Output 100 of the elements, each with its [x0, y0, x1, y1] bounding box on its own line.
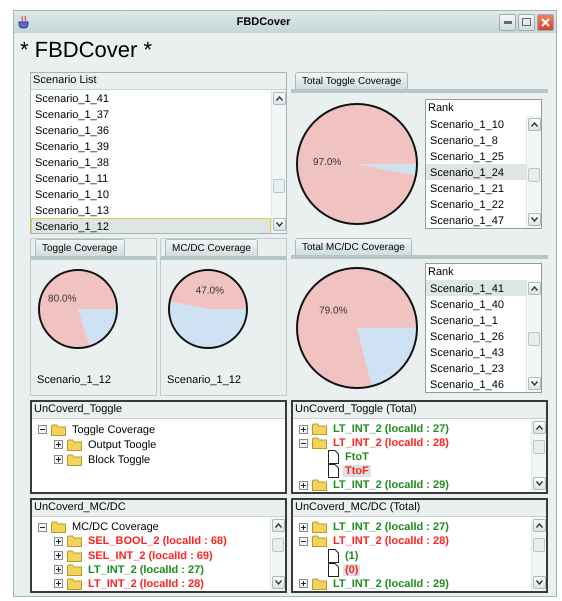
tab[interactable]: Total Toggle Coverage [295, 72, 408, 89]
scrollbar[interactable] [271, 90, 286, 233]
expand-icon[interactable] [54, 440, 63, 449]
percent-label: 97.0% [312, 156, 342, 168]
tree-item[interactable]: FtoT [343, 451, 371, 463]
scrollbar[interactable] [270, 517, 285, 591]
panel-title: Scenario List [31, 73, 286, 90]
minimize-icon [504, 20, 512, 24]
tree-item[interactable]: LT_INT_2 (localId : 28) [331, 437, 451, 449]
tab[interactable]: Total MC/DC Coverage [295, 238, 412, 255]
folder-icon [67, 438, 82, 450]
app-heading: * FBDCover * [20, 37, 154, 63]
tree-item[interactable]: (1) [343, 550, 360, 562]
tree-item[interactable]: Output Toogle [86, 438, 158, 450]
expand-icon[interactable] [54, 455, 63, 464]
scroll-up-icon [274, 523, 282, 528]
percent-label: 80.0% [48, 294, 76, 305]
scroll-up-icon [276, 96, 282, 101]
window-title: FBDCover [236, 16, 292, 28]
document-icon [328, 548, 339, 562]
scroll-down-button[interactable] [272, 576, 284, 589]
scroll-up-button[interactable] [532, 519, 546, 532]
expand-icon[interactable] [54, 565, 63, 574]
document-icon [328, 464, 339, 478]
list-item[interactable]: Scenario_1_41 [426, 280, 526, 296]
tree-item[interactable]: SEL_BOOL_2 (localId : 68) [86, 535, 229, 548]
maximize-button[interactable] [518, 14, 535, 30]
scroll-up-button[interactable] [528, 118, 540, 130]
expand-icon[interactable] [299, 424, 308, 434]
tree-item[interactable]: LT_INT_2 (localId : 27) [86, 564, 206, 576]
scroll-thumb[interactable] [533, 440, 545, 454]
tree-item[interactable]: LT_INT_2 (localId : 27) [331, 521, 451, 534]
scenario-label: Scenario_1_12 [37, 374, 112, 386]
scroll-down-icon [530, 380, 538, 386]
tree-item[interactable]: LT_INT_2 (localId : 28) [331, 535, 451, 548]
collapse-icon[interactable] [38, 522, 47, 532]
scroll-thumb[interactable] [272, 538, 284, 552]
collapse-icon[interactable] [299, 536, 308, 546]
folder-icon [312, 521, 327, 534]
tree-item[interactable]: LT_INT_2 (localId : 27) [331, 423, 451, 435]
scroll-up-button[interactable] [532, 421, 546, 434]
list-item[interactable]: Scenario_1_12 [31, 218, 271, 233]
scrollbar[interactable] [526, 280, 541, 392]
folder-icon [51, 521, 66, 534]
scroll-up-icon [536, 425, 542, 430]
expand-icon[interactable] [299, 522, 308, 532]
panel-title: UnCoverd_MC/DC (Total) [293, 500, 546, 517]
scroll-down-button[interactable] [532, 477, 546, 490]
scrollbar[interactable] [531, 517, 546, 591]
expand-icon[interactable] [54, 536, 63, 546]
scroll-down-button[interactable] [528, 212, 540, 226]
list-header: Rank [427, 100, 455, 116]
close-icon [541, 18, 550, 26]
tab[interactable]: MC/DC Coverage [165, 239, 258, 256]
scroll-down-button[interactable] [528, 376, 540, 390]
scroll-up-button[interactable] [528, 282, 540, 294]
scroll-up-icon [530, 122, 538, 126]
coffee-cup-icon [18, 15, 30, 29]
list-header: Rank [427, 264, 455, 280]
scroll-up-button[interactable] [272, 92, 286, 105]
tree-item[interactable]: Toggle Coverage [70, 424, 158, 436]
tree-item[interactable]: LT_INT_2 (localId : 29) [331, 479, 451, 491]
folder-icon [312, 423, 327, 435]
scrollbar[interactable] [526, 116, 541, 228]
scroll-down-icon [274, 580, 282, 585]
tree-item[interactable]: MC/DC Coverage [70, 521, 161, 534]
expand-icon[interactable] [299, 579, 308, 588]
panel-title: UnCoverd_Toggle (Total) [293, 402, 546, 419]
percent-label: 79.0% [319, 305, 348, 316]
collapse-icon[interactable] [38, 425, 47, 434]
minimize-button[interactable] [499, 14, 516, 30]
panel-title: UnCoverd_MC/DC [32, 500, 285, 517]
scroll-thumb[interactable] [273, 179, 285, 194]
expand-icon[interactable] [54, 579, 63, 588]
tree-item[interactable]: Block Toggle [86, 454, 152, 466]
list-item[interactable]: Scenario_1_24 [426, 164, 526, 180]
tree-item[interactable]: LT_INT_2 (localId : 28) [86, 578, 206, 590]
close-button[interactable] [537, 14, 554, 30]
folder-icon [51, 424, 66, 436]
scroll-down-button[interactable] [532, 576, 546, 589]
scrollbar[interactable] [531, 419, 546, 492]
list-item[interactable]: Scenario_1_40 [426, 296, 526, 312]
scroll-down-button[interactable] [272, 218, 286, 231]
expand-icon[interactable] [54, 551, 63, 560]
folder-icon [312, 437, 327, 449]
folder-icon [67, 454, 82, 466]
expand-icon[interactable] [299, 480, 308, 490]
tab[interactable]: Toggle Coverage [35, 239, 125, 256]
document-icon [328, 562, 339, 577]
scroll-up-button[interactable] [272, 519, 284, 532]
list-item[interactable]: Scenario_1_21 [426, 180, 526, 196]
maximize-icon [522, 18, 531, 26]
scroll-up-icon [536, 523, 542, 528]
tree-item[interactable]: LT_INT_2 (localId : 29) [331, 578, 451, 590]
tree-item[interactable]: SEL_INT_2 (localId : 69) [86, 550, 215, 562]
collapse-icon[interactable] [299, 438, 308, 448]
scroll-thumb[interactable] [528, 332, 540, 346]
scroll-thumb[interactable] [533, 538, 545, 552]
scroll-thumb[interactable] [528, 168, 540, 182]
panel-title: UnCoverd_Toggle [32, 402, 285, 419]
